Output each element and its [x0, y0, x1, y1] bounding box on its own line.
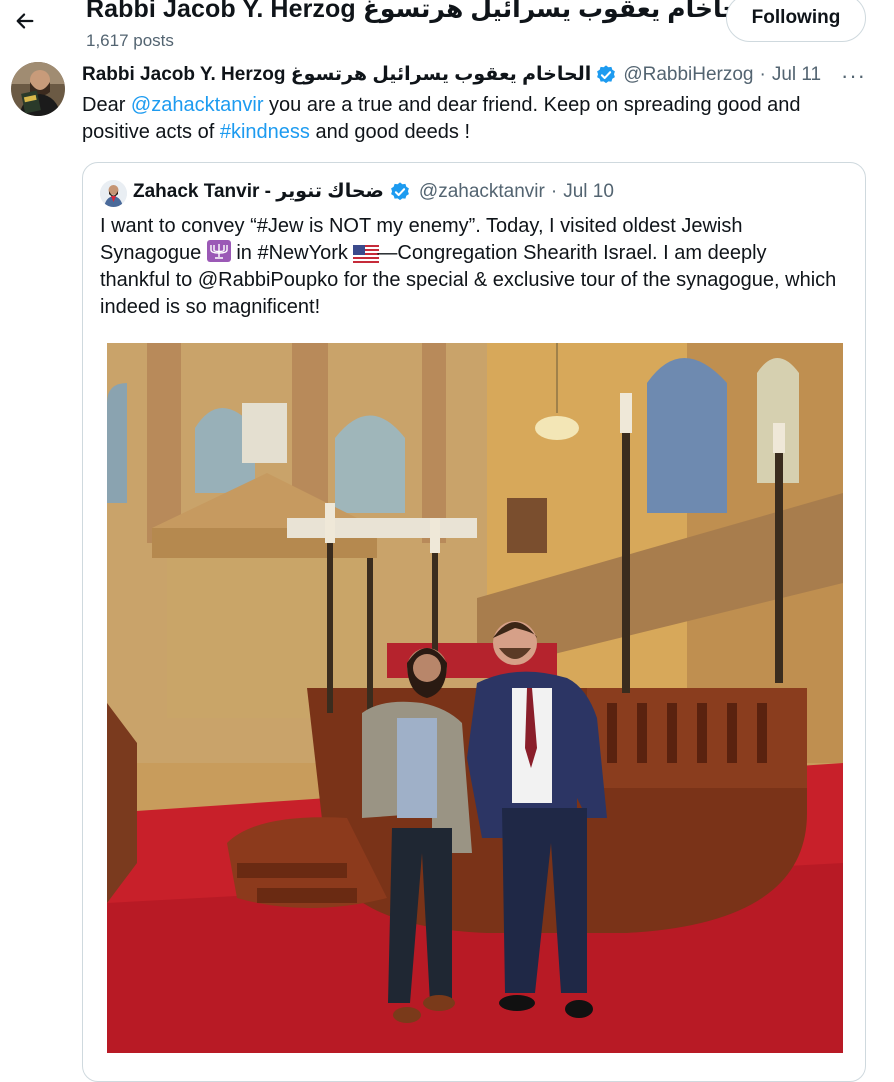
quoted-tweet-header: Zahack Tanvir - ضحاك تنوير @zahacktanvir… [133, 180, 614, 203]
profile-name: Rabbi Jacob Y. Herzog حاخام يعقوب يسرائي… [86, 0, 741, 23]
tweet-text: Dear @zahacktanvir you are a true and de… [82, 92, 872, 146]
profile-title: Rabbi Jacob Y. Herzog حاخام يعقوب يسرائي… [86, 0, 771, 24]
quoted-tweet-date[interactable]: Jul 10 [563, 181, 614, 203]
more-options-button[interactable]: ··· [841, 63, 866, 89]
separator-dot: · [550, 180, 558, 202]
verified-badge-icon [597, 64, 616, 83]
quoted-tweet-text: I want to convey “#Jew is NOT my enemy”.… [100, 213, 840, 321]
author-handle[interactable]: @RabbiHerzog [623, 64, 753, 86]
tweet-text-part: and good deeds ! [309, 121, 471, 143]
quoted-text-part: in #NewYork [230, 242, 354, 264]
back-button[interactable] [10, 6, 40, 36]
mention-link[interactable]: @zahacktanvir [131, 94, 264, 116]
back-arrow-icon [16, 13, 34, 29]
following-button[interactable]: Following [726, 0, 866, 42]
verified-badge-icon [391, 181, 409, 200]
us-flag-emoji-icon [353, 243, 380, 265]
hashtag-link[interactable]: #kindness [220, 121, 310, 143]
author-avatar[interactable] [11, 62, 65, 116]
synagogue-photo[interactable] [107, 343, 843, 1053]
tweet-date[interactable]: Jul 11 [772, 64, 821, 86]
tweet-text-part: Dear [82, 94, 131, 116]
more-icon: ··· [841, 63, 866, 88]
menorah-emoji-icon [206, 240, 231, 262]
quoted-tweet[interactable]: Zahack Tanvir - ضحاك تنوير @zahacktanvir… [82, 162, 866, 1082]
post-count: 1,617 posts [86, 31, 174, 50]
quoted-author-name[interactable]: Zahack Tanvir - ضحاك تنوير [133, 180, 384, 203]
author-name[interactable]: Rabbi Jacob Y. Herzog الحاخام يعقوب يسرا… [82, 63, 591, 86]
separator-dot: · [759, 63, 766, 85]
quoted-author-handle[interactable]: @zahacktanvir [419, 181, 545, 203]
tweet-header: Rabbi Jacob Y. Herzog الحاخام يعقوب يسرا… [82, 63, 821, 86]
profile-header: Rabbi Jacob Y. Herzog حاخام يعقوب يسرائي… [0, 0, 894, 56]
quoted-author-avatar[interactable] [100, 180, 127, 207]
